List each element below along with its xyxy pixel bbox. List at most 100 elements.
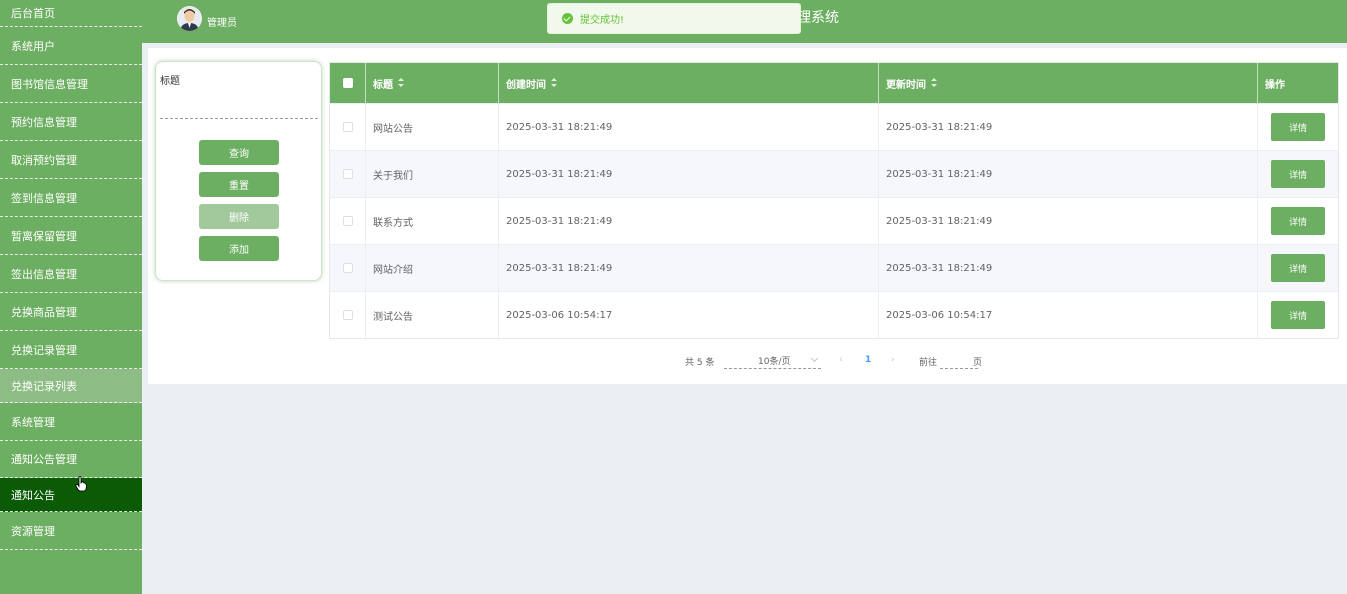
row-select-cell <box>330 245 366 291</box>
row-select-cell <box>330 198 366 244</box>
column-label: 操作 <box>1265 79 1285 91</box>
next-page-button[interactable]: › <box>891 355 895 365</box>
sidebar-item-label: 兑换记录列表 <box>11 379 77 393</box>
detail-button[interactable]: 详情 <box>1271 254 1325 282</box>
pagination-total: 共 5 条 <box>685 358 715 368</box>
sidebar-item-label: 通知公告 <box>11 488 55 502</box>
sidebar-item-cancel-reservations[interactable]: 取消预约管理 <box>0 141 142 179</box>
sidebar-item-label: 资源管理 <box>11 524 55 538</box>
column-header-title[interactable]: 标题 <box>366 63 499 103</box>
hand-cursor-icon <box>75 476 87 492</box>
detail-button[interactable]: 详情 <box>1271 113 1325 141</box>
toast-message: 提交成功! <box>580 15 625 26</box>
action-cell: 详情 <box>1258 245 1338 291</box>
delete-button[interactable]: 删除 <box>199 204 279 229</box>
user-avatar-icon <box>177 6 202 31</box>
detail-button[interactable]: 详情 <box>1271 207 1325 235</box>
row-checkbox[interactable] <box>342 169 353 179</box>
created-cell: 2025-03-31 18:21:49 <box>499 151 879 197</box>
title-search-input[interactable] <box>160 102 318 119</box>
sidebar-item-label: 签出信息管理 <box>11 267 77 281</box>
reset-button[interactable]: 重置 <box>199 172 279 197</box>
sidebar-item-notices[interactable]: 通知公告 <box>0 478 142 512</box>
sidebar-item-check-in[interactable]: 签到信息管理 <box>0 179 142 217</box>
table-row: 测试公告 2025-03-06 10:54:17 2025-03-06 10:5… <box>330 291 1338 338</box>
title-cell: 关于我们 <box>366 151 499 197</box>
sidebar-item-label: 系统管理 <box>11 415 55 429</box>
row-checkbox[interactable] <box>342 310 353 320</box>
title-cell: 网站介绍 <box>366 245 499 291</box>
sort-icon[interactable] <box>931 78 937 88</box>
query-button[interactable]: 查询 <box>199 140 279 165</box>
user-name: 管理员 <box>207 18 237 29</box>
column-label: 更新时间 <box>886 79 926 91</box>
updated-cell: 2025-03-31 18:21:49 <box>879 151 1258 197</box>
updated-cell: 2025-03-06 10:54:17 <box>879 292 1258 338</box>
sidebar-item-system-management[interactable]: 系统管理 <box>0 403 142 441</box>
sidebar-item-label: 预约信息管理 <box>11 115 77 129</box>
action-cell: 详情 <box>1258 198 1338 244</box>
sidebar-item-label: 取消预约管理 <box>11 153 77 167</box>
sidebar-item-temporary-leave[interactable]: 暂离保留管理 <box>0 217 142 255</box>
created-cell: 2025-03-06 10:54:17 <box>499 292 879 338</box>
sidebar-item-label: 系统用户 <box>11 39 55 53</box>
updated-cell: 2025-03-31 18:21:49 <box>879 104 1258 150</box>
avatar[interactable] <box>177 6 202 31</box>
sort-icon[interactable] <box>398 78 404 88</box>
column-label: 创建时间 <box>506 79 546 91</box>
detail-button[interactable]: 详情 <box>1271 301 1325 329</box>
title-search-label: 标题 <box>160 76 180 87</box>
sidebar-item-library-info[interactable]: 图书馆信息管理 <box>0 65 142 103</box>
sidebar-item-label: 通知公告管理 <box>11 453 77 466</box>
table-row: 联系方式 2025-03-31 18:21:49 2025-03-31 18:2… <box>330 197 1338 244</box>
created-cell: 2025-03-31 18:21:49 <box>499 245 879 291</box>
goto-label: 前往 <box>919 358 938 368</box>
updated-cell: 2025-03-31 18:21:49 <box>879 198 1258 244</box>
sidebar-item-exchange-goods[interactable]: 兑换商品管理 <box>0 293 142 331</box>
column-header-created[interactable]: 创建时间 <box>499 63 879 103</box>
row-select-cell <box>330 292 366 338</box>
title-cell: 测试公告 <box>366 292 499 338</box>
title-cell: 网站公告 <box>366 104 499 150</box>
system-title: 理系统 <box>797 10 839 26</box>
detail-button[interactable]: 详情 <box>1271 160 1325 188</box>
success-check-icon <box>562 13 573 24</box>
title-cell: 联系方式 <box>366 198 499 244</box>
search-card: 标题 查询 重置 删除 添加 <box>155 61 322 281</box>
row-checkbox[interactable] <box>342 263 353 273</box>
prev-page-button[interactable]: ‹ <box>839 355 843 365</box>
success-toast: 提交成功! <box>547 3 801 34</box>
sidebar-item-exchange-records-list[interactable]: 兑换记录列表 <box>0 369 142 403</box>
sidebar-item-system-users[interactable]: 系统用户 <box>0 27 142 65</box>
select-all-checkbox[interactable] <box>342 78 353 88</box>
sidebar-item-dashboard[interactable]: 后台首页 <box>0 0 142 27</box>
notices-table: 标题 创建时间 更新时间 操作 网站公告 2025-03-31 18:21:49… <box>329 62 1339 339</box>
sidebar-item-check-out[interactable]: 签出信息管理 <box>0 255 142 293</box>
page-size-value: 10条/页 <box>758 356 791 367</box>
pagination: 共 5 条 10条/页 ‹ 1 › 前往 页 <box>0 352 1347 370</box>
sidebar-item-reservations[interactable]: 预约信息管理 <box>0 103 142 141</box>
sidebar-item-label: 暂离保留管理 <box>11 229 77 243</box>
action-cell: 详情 <box>1258 151 1338 197</box>
row-checkbox[interactable] <box>342 216 353 226</box>
page-size-select[interactable]: 10条/页 <box>724 352 821 369</box>
sort-icon[interactable] <box>551 78 557 88</box>
created-cell: 2025-03-31 18:21:49 <box>499 198 879 244</box>
column-header-updated[interactable]: 更新时间 <box>879 63 1258 103</box>
chevron-down-icon <box>810 354 819 363</box>
select-all-cell <box>330 63 366 103</box>
table-row: 网站公告 2025-03-31 18:21:49 2025-03-31 18:2… <box>330 103 1338 150</box>
sidebar-item-label: 兑换商品管理 <box>11 305 77 319</box>
sidebar-item-label: 后台首页 <box>11 7 55 20</box>
sidebar-item-resource-management[interactable]: 资源管理 <box>0 512 142 550</box>
action-cell: 详情 <box>1258 292 1338 338</box>
row-select-cell <box>330 151 366 197</box>
row-checkbox[interactable] <box>342 122 353 132</box>
sidebar: 后台首页 系统用户 图书馆信息管理 预约信息管理 取消预约管理 签到信息管理 暂… <box>0 0 142 594</box>
add-button[interactable]: 添加 <box>199 236 279 261</box>
updated-cell: 2025-03-31 18:21:49 <box>879 245 1258 291</box>
page-number-current[interactable]: 1 <box>865 355 871 365</box>
sidebar-item-notice-management[interactable]: 通知公告管理 <box>0 441 142 478</box>
created-cell: 2025-03-31 18:21:49 <box>499 104 879 150</box>
table-row: 网站介绍 2025-03-31 18:21:49 2025-03-31 18:2… <box>330 244 1338 291</box>
